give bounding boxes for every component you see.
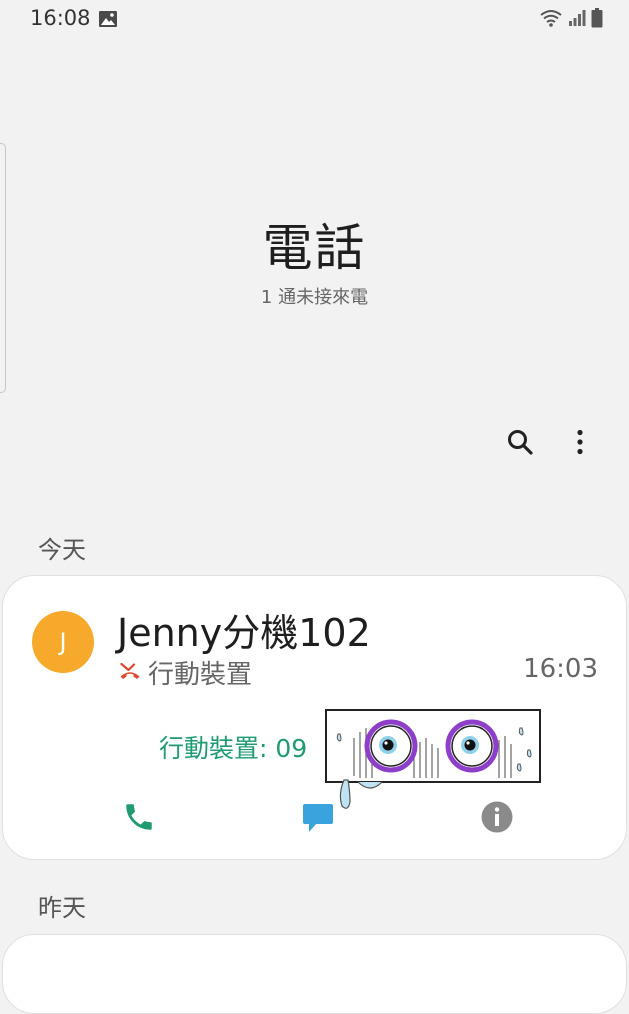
wifi-icon	[539, 8, 563, 32]
call-time: 16:03	[523, 654, 598, 684]
page-title: 電話	[262, 219, 367, 277]
phone-number[interactable]: 行動裝置: 09	[159, 729, 307, 765]
battery-icon	[591, 8, 603, 32]
message-button[interactable]	[298, 799, 338, 839]
call-log-card[interactable]	[2, 934, 627, 1014]
avatar[interactable]: J	[32, 611, 94, 673]
call-button[interactable]	[119, 799, 159, 839]
message-icon	[301, 800, 335, 838]
section-header-today: 今天	[38, 536, 86, 564]
info-icon	[480, 800, 514, 838]
missed-calls-summary: 1 通未接來電	[260, 287, 369, 308]
status-bar: 16:08	[0, 0, 629, 38]
status-time: 16:08	[30, 6, 91, 30]
info-button[interactable]	[477, 799, 517, 839]
call-type-label: 行動裝置	[148, 660, 253, 690]
call-log-card[interactable]: J Jenny分機102 行動裝置 16:03 行動裝置: 09	[2, 575, 627, 860]
missed-call-icon	[119, 659, 141, 685]
status-icons	[539, 8, 603, 32]
contact-name: Jenny分機102	[117, 611, 371, 655]
gallery-icon	[98, 10, 118, 32]
more-options-icon	[576, 429, 584, 459]
section-header-yesterday: 昨天	[38, 894, 86, 922]
call-icon	[122, 800, 156, 838]
signal-icon	[568, 9, 586, 31]
search-icon	[506, 428, 534, 460]
more-options-button[interactable]	[566, 428, 594, 460]
search-button[interactable]	[504, 428, 536, 460]
